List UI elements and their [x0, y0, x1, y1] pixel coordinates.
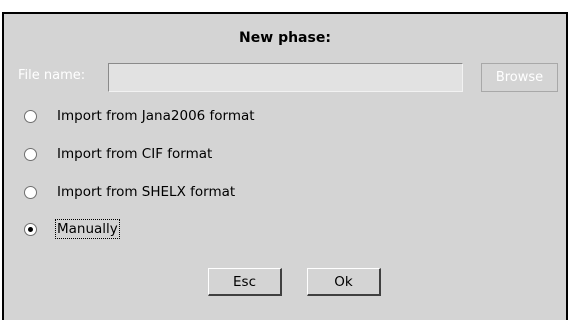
new-phase-dialog: New phase: File name: Browse Import from…	[2, 12, 568, 320]
option-label: Import from Jana2006 format	[57, 108, 255, 124]
option-label: Manually	[55, 219, 120, 239]
esc-button[interactable]: Esc	[208, 268, 282, 296]
option-label: Import from SHELX format	[57, 184, 236, 200]
radio-button[interactable]	[24, 185, 37, 199]
browse-button[interactable]: Browse	[481, 63, 558, 92]
radio-button[interactable]	[24, 147, 37, 161]
file-name-input[interactable]	[108, 63, 463, 92]
option-manually[interactable]: Manually	[24, 218, 120, 240]
option-import-cif[interactable]: Import from CIF format	[24, 143, 212, 165]
dialog-title: New phase:	[239, 30, 331, 46]
file-name-label: File name:	[18, 68, 86, 83]
radio-button-selected[interactable]	[24, 222, 37, 236]
option-import-shelx[interactable]: Import from SHELX format	[24, 181, 235, 203]
radio-button[interactable]	[24, 109, 37, 123]
option-label: Import from CIF format	[57, 146, 213, 162]
option-import-jana2006[interactable]: Import from Jana2006 format	[24, 105, 255, 127]
ok-button[interactable]: Ok	[307, 268, 381, 296]
